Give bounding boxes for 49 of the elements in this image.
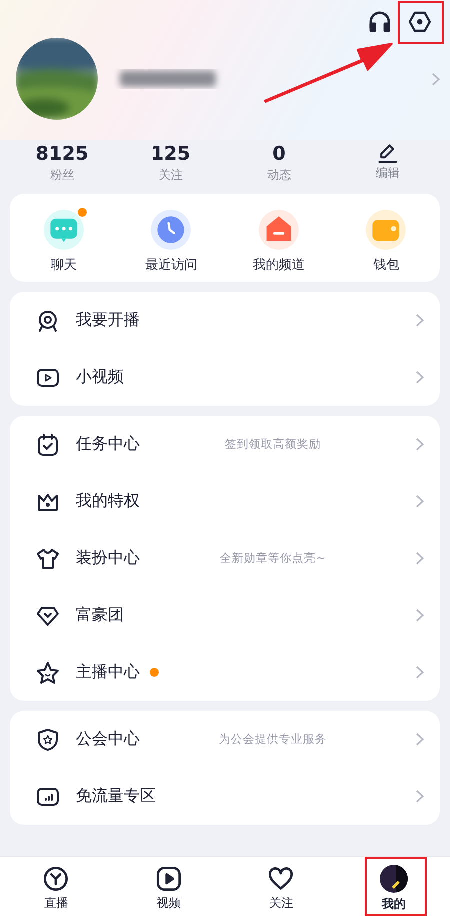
shortcut-label[interactable]: 聊天: [50, 256, 77, 274]
chevron-icon: [416, 733, 424, 746]
menu-hint: 为公会提供专业服务: [219, 732, 327, 747]
menu-hint: 全新勋章等你点亮~: [220, 551, 326, 566]
heart-icon: [268, 866, 294, 892]
menu-item[interactable]: 免流量专区: [76, 786, 156, 807]
menu-hint: 签到领取高额奖励: [225, 437, 321, 452]
star-icon: [36, 660, 60, 684]
menu-item[interactable]: 装扮中心: [76, 548, 140, 569]
tab[interactable]: 直播: [0, 857, 112, 920]
tab[interactable]: 我的: [338, 857, 450, 920]
live-icon: [43, 866, 70, 892]
calendar-check-icon: [36, 432, 60, 456]
menu-item[interactable]: 小视频: [76, 367, 124, 388]
chevron-icon: [416, 609, 424, 622]
chevron-icon: [416, 495, 424, 508]
chevron-icon: [416, 314, 424, 327]
menu-item[interactable]: 我的特权: [76, 491, 140, 512]
chevron-icon: [416, 371, 424, 384]
home-icon[interactable]: [258, 210, 299, 250]
menu-item[interactable]: 主播中心: [76, 662, 140, 683]
chevron-icon: [416, 790, 424, 803]
chevron-icon: [416, 666, 424, 679]
highlight-frame: [365, 857, 427, 916]
menu-item[interactable]: 我要开播: [76, 310, 140, 331]
avatar-icon: [380, 864, 408, 892]
highlight-frame: [398, 1, 444, 44]
shortcut-label[interactable]: 最近访问: [145, 256, 198, 274]
menu-item[interactable]: 富豪团: [76, 605, 124, 626]
shortcut-label[interactable]: 我的频道: [252, 256, 305, 274]
clock-icon[interactable]: [151, 210, 192, 250]
menu-item[interactable]: 任务中心: [76, 434, 140, 455]
menu-item[interactable]: 公会中心: [76, 729, 140, 750]
stat-value: 125: [150, 142, 191, 166]
headphones-icon[interactable]: [368, 10, 392, 34]
tab[interactable]: 关注: [225, 857, 338, 920]
tab[interactable]: 视频: [112, 857, 225, 920]
stat-value: 0: [272, 142, 286, 166]
stat-value: 8125: [36, 142, 89, 166]
shield-icon: [36, 728, 60, 752]
chevron-icon: [432, 72, 440, 86]
camera-icon: [36, 308, 60, 332]
play-icon: [156, 866, 182, 892]
chevron-icon: [416, 552, 424, 565]
chevron-icon: [416, 438, 424, 451]
shortcut-label[interactable]: 钱包: [373, 256, 400, 274]
shirt-icon: [36, 546, 60, 570]
pencil-icon[interactable]: [376, 142, 399, 164]
settings-icon[interactable]: [408, 10, 432, 34]
